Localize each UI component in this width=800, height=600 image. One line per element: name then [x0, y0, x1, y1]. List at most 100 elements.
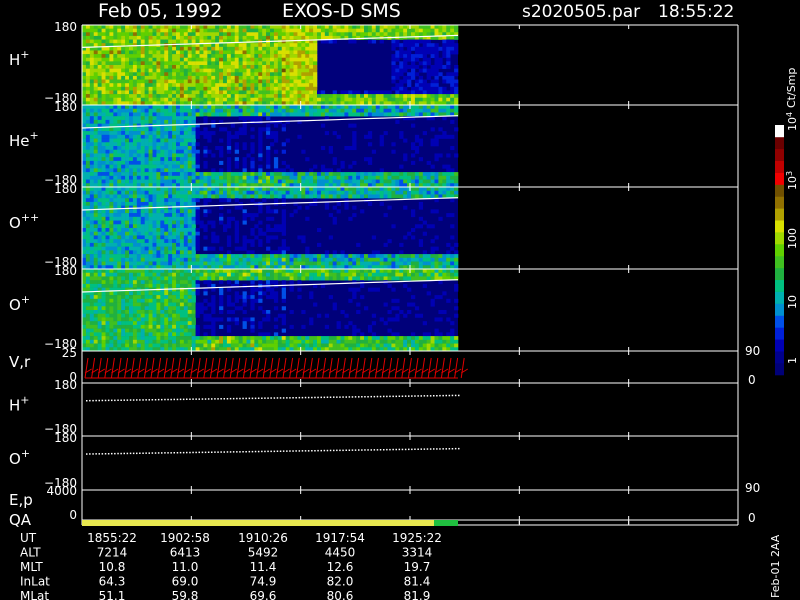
- footer-table: UT 1855:22 1902:58 1910:26 1917:54 1925:22 ALT…: [20, 531, 782, 600]
- footer-side-label: Feb-01 2AA: [769, 534, 782, 598]
- spectrogram-panel-3: [81, 187, 459, 270]
- footer-cell: 1902:58: [160, 531, 210, 545]
- colorbar-swatch: [775, 148, 784, 162]
- footer-cell: 59.8: [172, 589, 199, 600]
- energy-ytick: 4000: [46, 484, 77, 498]
- footer-cell: 4450: [325, 546, 356, 560]
- spectrogram-label-2: He+: [9, 129, 39, 150]
- colorbar-swatch: [775, 279, 784, 292]
- footer-row-label: MLat: [20, 589, 49, 600]
- spectrogram-ytick-top-1: 180: [54, 20, 77, 34]
- spectrogram-label-4: O+: [9, 293, 30, 314]
- colorbar-swatch: [775, 267, 784, 281]
- energy-frame: [81, 489, 739, 521]
- colorbar-swatch: [775, 339, 784, 352]
- footer-cell: 11.4: [250, 560, 277, 574]
- footer-cell: 1910:26: [238, 531, 288, 545]
- colorbar-swatch: [775, 208, 784, 221]
- footer-cell: 1855:22: [87, 531, 137, 545]
- plot-page: Feb 05, 1992 EXOS-D SMS s2020505.par 18:…: [0, 0, 800, 600]
- colorbar-tick: 100: [786, 228, 799, 249]
- footer-cell: 6413: [170, 546, 201, 560]
- colorbar-tick: 103: [785, 171, 799, 190]
- energy-right-tick: 90: [745, 481, 760, 495]
- panel-group: H+180−180He+180−180O++180−180O+180−180V,…: [9, 20, 760, 529]
- header-instrument: EXOS-D SMS: [282, 0, 401, 22]
- colorbar-swatch: [775, 303, 784, 316]
- header-date: Feb 05, 1992: [98, 0, 222, 22]
- velocity-right-tick-bottom: 0: [748, 373, 756, 387]
- colorbar: Ct/Smp 1 10 100 103 104: [775, 68, 799, 376]
- footer-cell: 7214: [97, 546, 128, 560]
- colorbar-swatch: [775, 315, 784, 328]
- energy-label: E,p: [9, 491, 33, 509]
- h-trace-ytick-top: 180: [54, 378, 77, 392]
- spectrogram-label-1: H+: [9, 48, 30, 69]
- velocity-right-tick-top: 90: [745, 344, 760, 358]
- spectrogram-figure: Feb 05, 1992 EXOS-D SMS s2020505.par 18:…: [9, 0, 799, 600]
- footer-cell: 1917:54: [315, 531, 365, 545]
- spectrogram-panel-1: [81, 25, 459, 106]
- footer-row-label: MLT: [20, 560, 43, 574]
- footer-cell: 10.8: [99, 560, 126, 574]
- qa-label: QA: [9, 511, 32, 529]
- colorbar-swatch: [775, 244, 784, 257]
- velocity-ytick-top: 25: [62, 346, 77, 360]
- colorbar-swatch: [775, 160, 784, 173]
- header-file: s2020505.par: [522, 2, 640, 22]
- spectrogram-label-3: O++: [9, 211, 39, 232]
- h-trace-frame: [81, 382, 739, 437]
- footer-cell: 81.9: [404, 589, 431, 600]
- h-trace-label: H+: [9, 394, 30, 415]
- h-trace-line: [86, 394, 460, 402]
- footer-cell: 69.6: [250, 589, 277, 600]
- colorbar-swatch: [775, 351, 784, 364]
- footer-cell: 82.0: [327, 575, 354, 589]
- colorbar-swatch: [775, 184, 784, 197]
- spectrogram-panel-2: [81, 105, 459, 188]
- velocity-trace: [84, 357, 469, 379]
- footer-cell: 69.0: [172, 575, 199, 589]
- footer-cell: 12.6: [327, 560, 354, 574]
- colorbar-tick: 104: [785, 112, 799, 131]
- colorbar-swatch: [775, 136, 784, 150]
- footer-row-label: UT: [20, 531, 37, 545]
- footer-cell: 80.6: [327, 589, 354, 600]
- colorbar-swatch: [775, 125, 784, 138]
- colorbar-tick: 10: [786, 295, 799, 309]
- colorbar-swatch: [775, 291, 784, 304]
- qa-bar-flag: [434, 520, 458, 526]
- footer-cell: 74.9: [250, 575, 277, 589]
- footer-cell: 3314: [402, 546, 433, 560]
- velocity-label: V,r: [9, 353, 31, 371]
- footer-cell: 51.1: [99, 589, 126, 600]
- qa-bar-good: [82, 520, 434, 526]
- qa-right-tick: 0: [748, 511, 756, 525]
- spectrogram-panel-4: [81, 269, 459, 352]
- o-trace-line: [86, 447, 460, 455]
- colorbar-swatch: [775, 363, 784, 376]
- footer-cell: 5492: [248, 546, 279, 560]
- spectrogram-ytick-top-4: 180: [54, 264, 77, 278]
- header-time: 18:55:22: [658, 2, 734, 22]
- o-trace-label: O+: [9, 447, 30, 468]
- colorbar-swatch: [775, 232, 784, 245]
- spectrogram-ytick-top-2: 180: [54, 100, 77, 114]
- qa-ytick: 0: [69, 508, 77, 522]
- footer-row-label: InLat: [20, 575, 50, 589]
- colorbar-unit: Ct/Smp: [785, 68, 798, 108]
- colorbar-tick: 1: [786, 357, 799, 364]
- colorbar-swatch: [775, 255, 784, 269]
- colorbar-swatch: [775, 196, 784, 209]
- o-trace-ytick-top: 180: [54, 431, 77, 445]
- o-trace-frame: [81, 435, 739, 491]
- colorbar-swatch: [775, 172, 784, 185]
- footer-cell: 19.7: [404, 560, 431, 574]
- colorbar-swatch: [775, 327, 784, 340]
- footer-cell: 1925:22: [392, 531, 442, 545]
- footer-cell: 64.3: [99, 575, 126, 589]
- spectrogram-ytick-top-3: 180: [54, 182, 77, 196]
- footer-cell: 11.0: [172, 560, 199, 574]
- footer-cell: 81.4: [404, 575, 431, 589]
- colorbar-swatch: [775, 220, 784, 233]
